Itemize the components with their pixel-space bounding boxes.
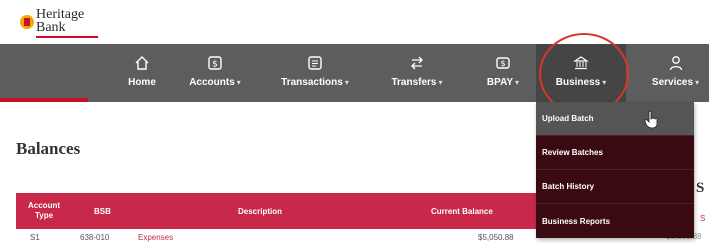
nav-home-label: Home [128, 77, 156, 88]
column-header-balance[interactable]: Current Balance [431, 193, 493, 229]
chevron-down-icon: ▾ [236, 78, 241, 87]
dollar-card-icon: $ [206, 54, 224, 72]
chevron-down-icon: ▾ [438, 78, 443, 87]
cell-balance: $5,050.88 [478, 233, 514, 242]
nav-bpay-label: BPAY [486, 77, 514, 88]
chevron-down-icon: ▾ [695, 78, 700, 87]
column-header-description[interactable]: Description [238, 193, 282, 229]
nav-transactions[interactable]: Transactions ▾ [272, 44, 358, 102]
nav-accounts[interactable]: $ Accounts ▾ [183, 44, 247, 102]
nav-transactions-label: Transactions [281, 77, 343, 88]
nav-services[interactable]: Services ▾ [642, 44, 709, 102]
nav-bpay[interactable]: $ BPAY ▾ [480, 44, 526, 102]
logo-underline [36, 36, 98, 38]
nav-accounts-label: Accounts [189, 77, 235, 88]
home-icon [133, 54, 151, 72]
column-header-account-type-line1: Account [28, 201, 60, 210]
nav-transfers[interactable]: Transfers ▾ [386, 44, 448, 102]
nav-home[interactable]: Home [118, 44, 166, 102]
nav-services-label: Services [651, 77, 694, 88]
right-section-link[interactable]: S [700, 214, 705, 223]
cell-account-type: S1 [30, 233, 40, 242]
bank-logo-text: Heritage Bank [36, 8, 84, 35]
column-header-bsb[interactable]: BSB [94, 193, 111, 229]
bank-name-line2: Bank [36, 20, 66, 35]
cell-bsb: 638-010 [80, 233, 110, 242]
chevron-down-icon: ▾ [344, 78, 349, 87]
right-section-heading: S [696, 180, 705, 196]
cell-description-link[interactable]: Expenses [138, 233, 173, 242]
receipt-icon [306, 54, 324, 72]
balances-table-header: Account Type BSB Description Current Bala… [16, 193, 556, 229]
column-header-account-type-line2: Type [34, 211, 54, 220]
menu-item-business-reports[interactable]: Business Reports [536, 204, 694, 238]
transfer-arrows-icon [408, 54, 426, 72]
bpay-icon: $ [494, 54, 512, 72]
svg-text:$: $ [500, 59, 505, 68]
chevron-down-icon: ▾ [515, 78, 520, 87]
business-dropdown-menu: Upload Batch Review Batches Batch Histor… [536, 102, 694, 238]
menu-item-review-batches[interactable]: Review Batches [536, 136, 694, 170]
table-row[interactable]: S1 638-010 Expenses $5,050.88 [16, 229, 556, 244]
page-title: Balances [16, 139, 81, 158]
column-header-account-type[interactable]: Account Type [24, 193, 64, 229]
bank-logo[interactable]: Heritage Bank [19, 8, 99, 38]
hand-cursor-icon [644, 111, 658, 129]
menu-item-upload-batch[interactable]: Upload Batch [536, 102, 694, 136]
nav-transfers-label: Transfers [391, 77, 437, 88]
menu-item-batch-history[interactable]: Batch History [536, 170, 694, 204]
bank-logo-icon [20, 15, 34, 29]
person-icon [667, 54, 685, 72]
nav-accent-strip [0, 98, 88, 102]
svg-text:$: $ [212, 60, 218, 70]
